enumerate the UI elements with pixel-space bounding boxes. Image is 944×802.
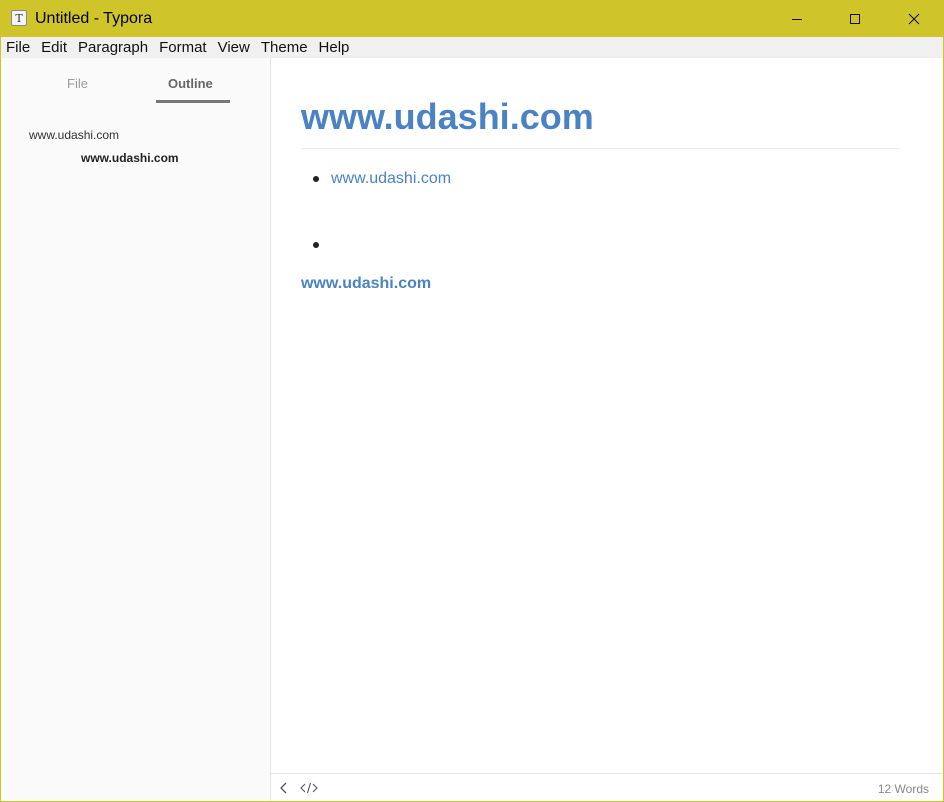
maximize-button[interactable] [826, 1, 884, 37]
document-heading[interactable]: www.udashi.com [301, 96, 594, 138]
title-bar[interactable]: T Untitled - Typora [1, 1, 943, 37]
list-bullet [313, 176, 319, 182]
menu-file[interactable]: File [1, 37, 36, 58]
active-tab-indicator [156, 100, 230, 103]
menu-bar: File Edit Paragraph Format View Theme He… [1, 37, 943, 58]
outline-item-h1[interactable]: www.udashi.com [29, 128, 119, 142]
window-title: Untitled - Typora [35, 10, 153, 27]
menu-format[interactable]: Format [154, 37, 213, 58]
bold-link[interactable]: www.udashi.com [301, 274, 431, 294]
typora-app-icon: T [11, 10, 27, 26]
menu-paragraph[interactable]: Paragraph [73, 37, 154, 58]
toggle-sidebar-chevron-icon[interactable] [279, 782, 289, 794]
tab-file[interactable]: File [67, 76, 88, 92]
menu-edit[interactable]: Edit [36, 37, 73, 58]
sidebar: File Outline www.udashi.com www.udashi.c… [1, 58, 271, 801]
list-item-link[interactable]: www.udashi.com [331, 169, 451, 189]
menu-view[interactable]: View [213, 37, 256, 58]
minimize-icon [792, 19, 802, 20]
menu-help[interactable]: Help [314, 37, 356, 58]
word-count[interactable]: 12 Words [878, 782, 929, 796]
tab-outline[interactable]: Outline [168, 76, 213, 92]
editor-area[interactable]: www.udashi.com www.udashi.com www.udashi… [271, 58, 943, 773]
minimize-button[interactable] [768, 1, 826, 37]
status-bar: 12 Words [271, 773, 943, 801]
typora-window: T Untitled - Typora File Edit Paragraph … [1, 1, 943, 801]
source-code-mode-icon[interactable] [300, 782, 318, 794]
close-button[interactable] [885, 1, 943, 37]
close-icon [908, 13, 920, 25]
empty-list-bullet [313, 242, 319, 248]
outline-item-h2[interactable]: www.udashi.com [81, 151, 179, 165]
menu-theme[interactable]: Theme [256, 37, 314, 58]
maximize-icon [850, 14, 860, 24]
heading-underline [301, 148, 900, 149]
